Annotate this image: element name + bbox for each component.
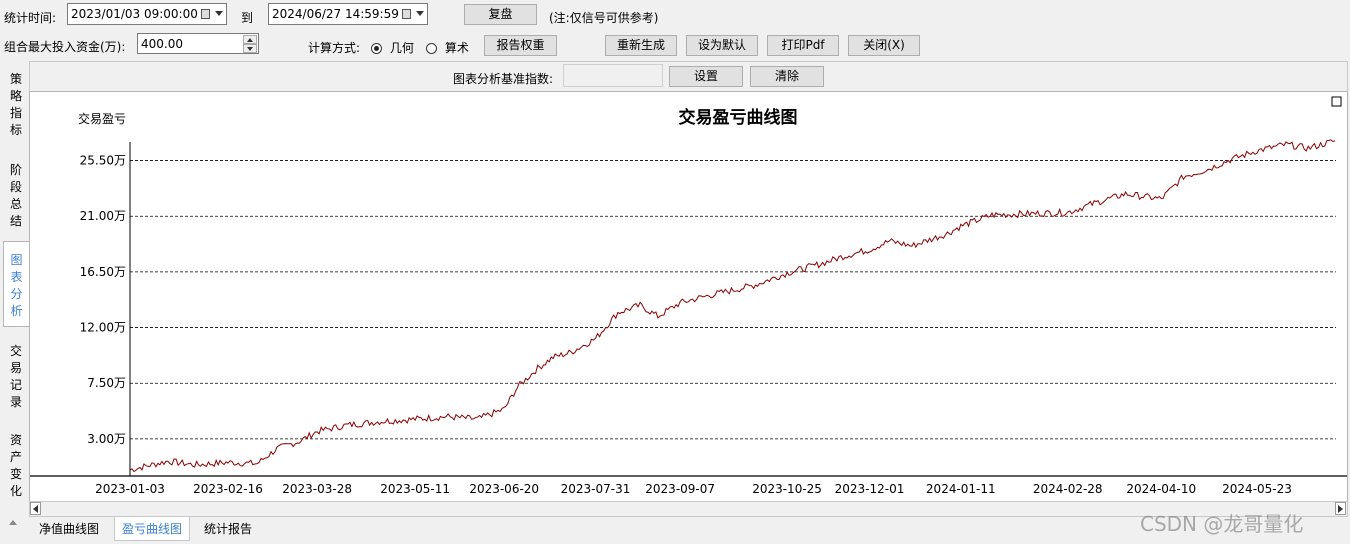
- x-tick-label: 2024-02-28: [1033, 482, 1103, 496]
- x-tick-label: 2023-05-11: [380, 482, 450, 496]
- calendar-dropdown-icon[interactable]: [402, 6, 424, 21]
- x-tick-label: 2023-10-25: [752, 482, 822, 496]
- tab-statistics-report[interactable]: 统计报告: [196, 517, 260, 541]
- x-tick-label: 2024-05-23: [1222, 482, 1292, 496]
- end-datetime-field[interactable]: 2024/06/27 14:59:59: [268, 3, 428, 25]
- x-tick-label: 2023-03-28: [282, 482, 352, 496]
- side-tab-label: 策略指标: [9, 72, 22, 137]
- x-tick-label: 2023-09-07: [645, 482, 715, 496]
- pnl-series-line: [129, 139, 1336, 473]
- side-tab-label: 阶段总结: [9, 163, 22, 228]
- side-tab-label: 图表分析: [10, 253, 23, 318]
- to-label: 到: [241, 11, 254, 25]
- set-default-button[interactable]: 设为默认: [686, 35, 758, 56]
- tab-pnl-curve[interactable]: 盈亏曲线图: [114, 517, 190, 541]
- x-tick-label: 2023-06-20: [469, 482, 539, 496]
- side-tab-trade-records[interactable]: 交易记录: [4, 343, 28, 411]
- spin-down-icon[interactable]: [243, 44, 257, 53]
- stat-time-label: 统计时间:: [4, 11, 57, 25]
- baseline-index-label: 图表分析基准指数:: [453, 72, 554, 86]
- max-capital-input[interactable]: 400.00: [137, 33, 259, 54]
- signal-note: (注:仅信号可供参考): [549, 11, 659, 25]
- side-tab-chart-analysis[interactable]: 图表分析: [3, 241, 29, 327]
- pnl-chart: 交易盈亏曲线图 交易盈亏 3.00万 7.50万 12.00万 16.50万 21.00…: [30, 96, 1347, 496]
- x-tick-label: 2023-07-31: [561, 482, 631, 496]
- clear-button[interactable]: 清除: [750, 66, 824, 87]
- calendar-dropdown-icon[interactable]: [201, 6, 223, 21]
- close-button[interactable]: 关闭(X): [848, 35, 920, 56]
- x-tick-label: 2024-01-11: [926, 482, 996, 496]
- side-tab-label: 交易记录: [9, 344, 22, 409]
- scroll-up-icon[interactable]: [9, 520, 17, 525]
- start-datetime-field[interactable]: 2023/01/03 09:00:00: [67, 3, 227, 25]
- radio-unselected-icon[interactable]: [426, 43, 437, 54]
- chart-y-axis-label: 交易盈亏: [78, 111, 126, 126]
- radio-selected-icon[interactable]: [371, 43, 382, 54]
- radio-geometric-label: 几何: [389, 41, 414, 55]
- chart-title: 交易盈亏曲线图: [679, 107, 798, 128]
- capital-spinner[interactable]: [243, 35, 257, 53]
- scroll-left-icon[interactable]: [30, 502, 41, 515]
- calc-method-label: 计算方式:: [308, 41, 361, 55]
- side-tab-label: 资产变化: [9, 433, 22, 498]
- radio-arithmetic[interactable]: 算术: [426, 39, 469, 56]
- chart-panel: 交易盈亏曲线图 交易盈亏 3.00万 7.50万 12.00万 16.50万 21.00…: [29, 91, 1348, 517]
- replay-button[interactable]: 复盘: [464, 4, 537, 25]
- x-tick-label: 2024-04-10: [1126, 482, 1196, 496]
- side-tab-asset-changes[interactable]: 资产变化: [4, 432, 28, 500]
- start-datetime-value: 2023/01/03 09:00:00: [71, 7, 198, 21]
- watermark: CSDN @龙哥量化: [1140, 512, 1304, 536]
- side-tab-strategy-metrics[interactable]: 策略指标: [4, 71, 28, 139]
- y-tick-label: 25.50万: [80, 154, 126, 168]
- y-tick-label: 3.00万: [87, 432, 126, 446]
- x-tick-label: 2023-02-16: [193, 482, 263, 496]
- report-weight-button[interactable]: 报告权重: [484, 35, 557, 56]
- spin-up-icon[interactable]: [243, 35, 257, 44]
- maximize-icon[interactable]: [1331, 96, 1342, 107]
- tab-net-value-curve[interactable]: 净值曲线图: [32, 517, 106, 541]
- y-tick-label: 21.00万: [80, 209, 126, 223]
- side-tab-period-summary[interactable]: 阶段总结: [4, 162, 28, 230]
- regenerate-button[interactable]: 重新生成: [605, 35, 677, 56]
- print-pdf-button[interactable]: 打印Pdf: [767, 35, 839, 56]
- scroll-right-icon[interactable]: [1335, 502, 1346, 515]
- y-tick-label: 16.50万: [80, 265, 126, 279]
- set-button[interactable]: 设置: [669, 66, 743, 87]
- x-tick-label: 2023-01-03: [95, 482, 165, 496]
- radio-arithmetic-label: 算术: [444, 41, 469, 55]
- end-datetime-value: 2024/06/27 14:59:59: [272, 7, 399, 21]
- max-capital-value: 400.00: [141, 37, 183, 51]
- x-tick-label: 2023-12-01: [835, 482, 905, 496]
- y-tick-label: 7.50万: [87, 376, 126, 390]
- y-tick-label: 12.00万: [80, 321, 126, 335]
- radio-geometric[interactable]: 几何: [371, 39, 414, 56]
- baseline-index-input[interactable]: [563, 64, 663, 87]
- max-capital-label: 组合最大投入资金(万):: [4, 40, 126, 54]
